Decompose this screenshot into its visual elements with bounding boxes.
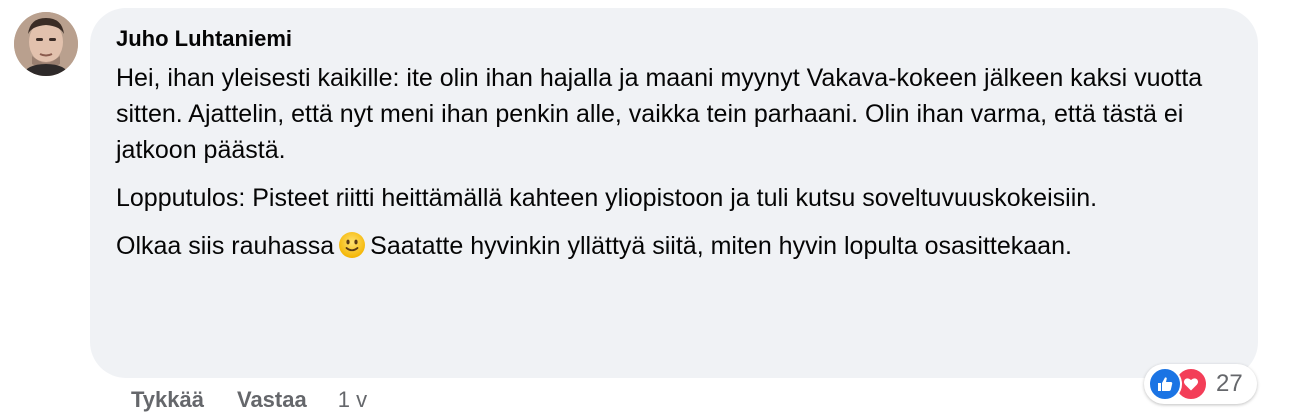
like-icon	[1148, 367, 1182, 401]
paragraph-text: Saatatte hyvinkin yllättyä siitä, miten …	[370, 232, 1072, 260]
comment-paragraph: Lopputulos: Pisteet riitti heittämällä k…	[116, 184, 1098, 212]
comment-timestamp[interactable]: 1 v	[338, 387, 367, 413]
paragraph-text: Olkaa siis rauhassa	[116, 232, 335, 260]
comment-author[interactable]: Juho Luhtaniemi	[116, 26, 292, 52]
like-button[interactable]: Tykkää	[131, 387, 204, 413]
reaction-count: 27	[1216, 370, 1243, 397]
comment-actions: Tykkää Vastaa 1 v	[131, 387, 367, 413]
reactions-summary[interactable]: 27	[1144, 364, 1257, 404]
avatar[interactable]	[14, 12, 78, 76]
slightly-smiling-face-icon	[339, 232, 366, 258]
comment-text: Hei, ihan yleisesti kaikille: ite olin i…	[116, 60, 1226, 264]
comment-paragraph: Olkaa siis rauhassa Saatatte hyvinkin yl…	[116, 228, 1226, 264]
comment-paragraph: Hei, ihan yleisesti kaikille: ite olin i…	[116, 64, 1203, 164]
profile-photo	[14, 12, 78, 76]
reply-button[interactable]: Vastaa	[237, 387, 307, 413]
